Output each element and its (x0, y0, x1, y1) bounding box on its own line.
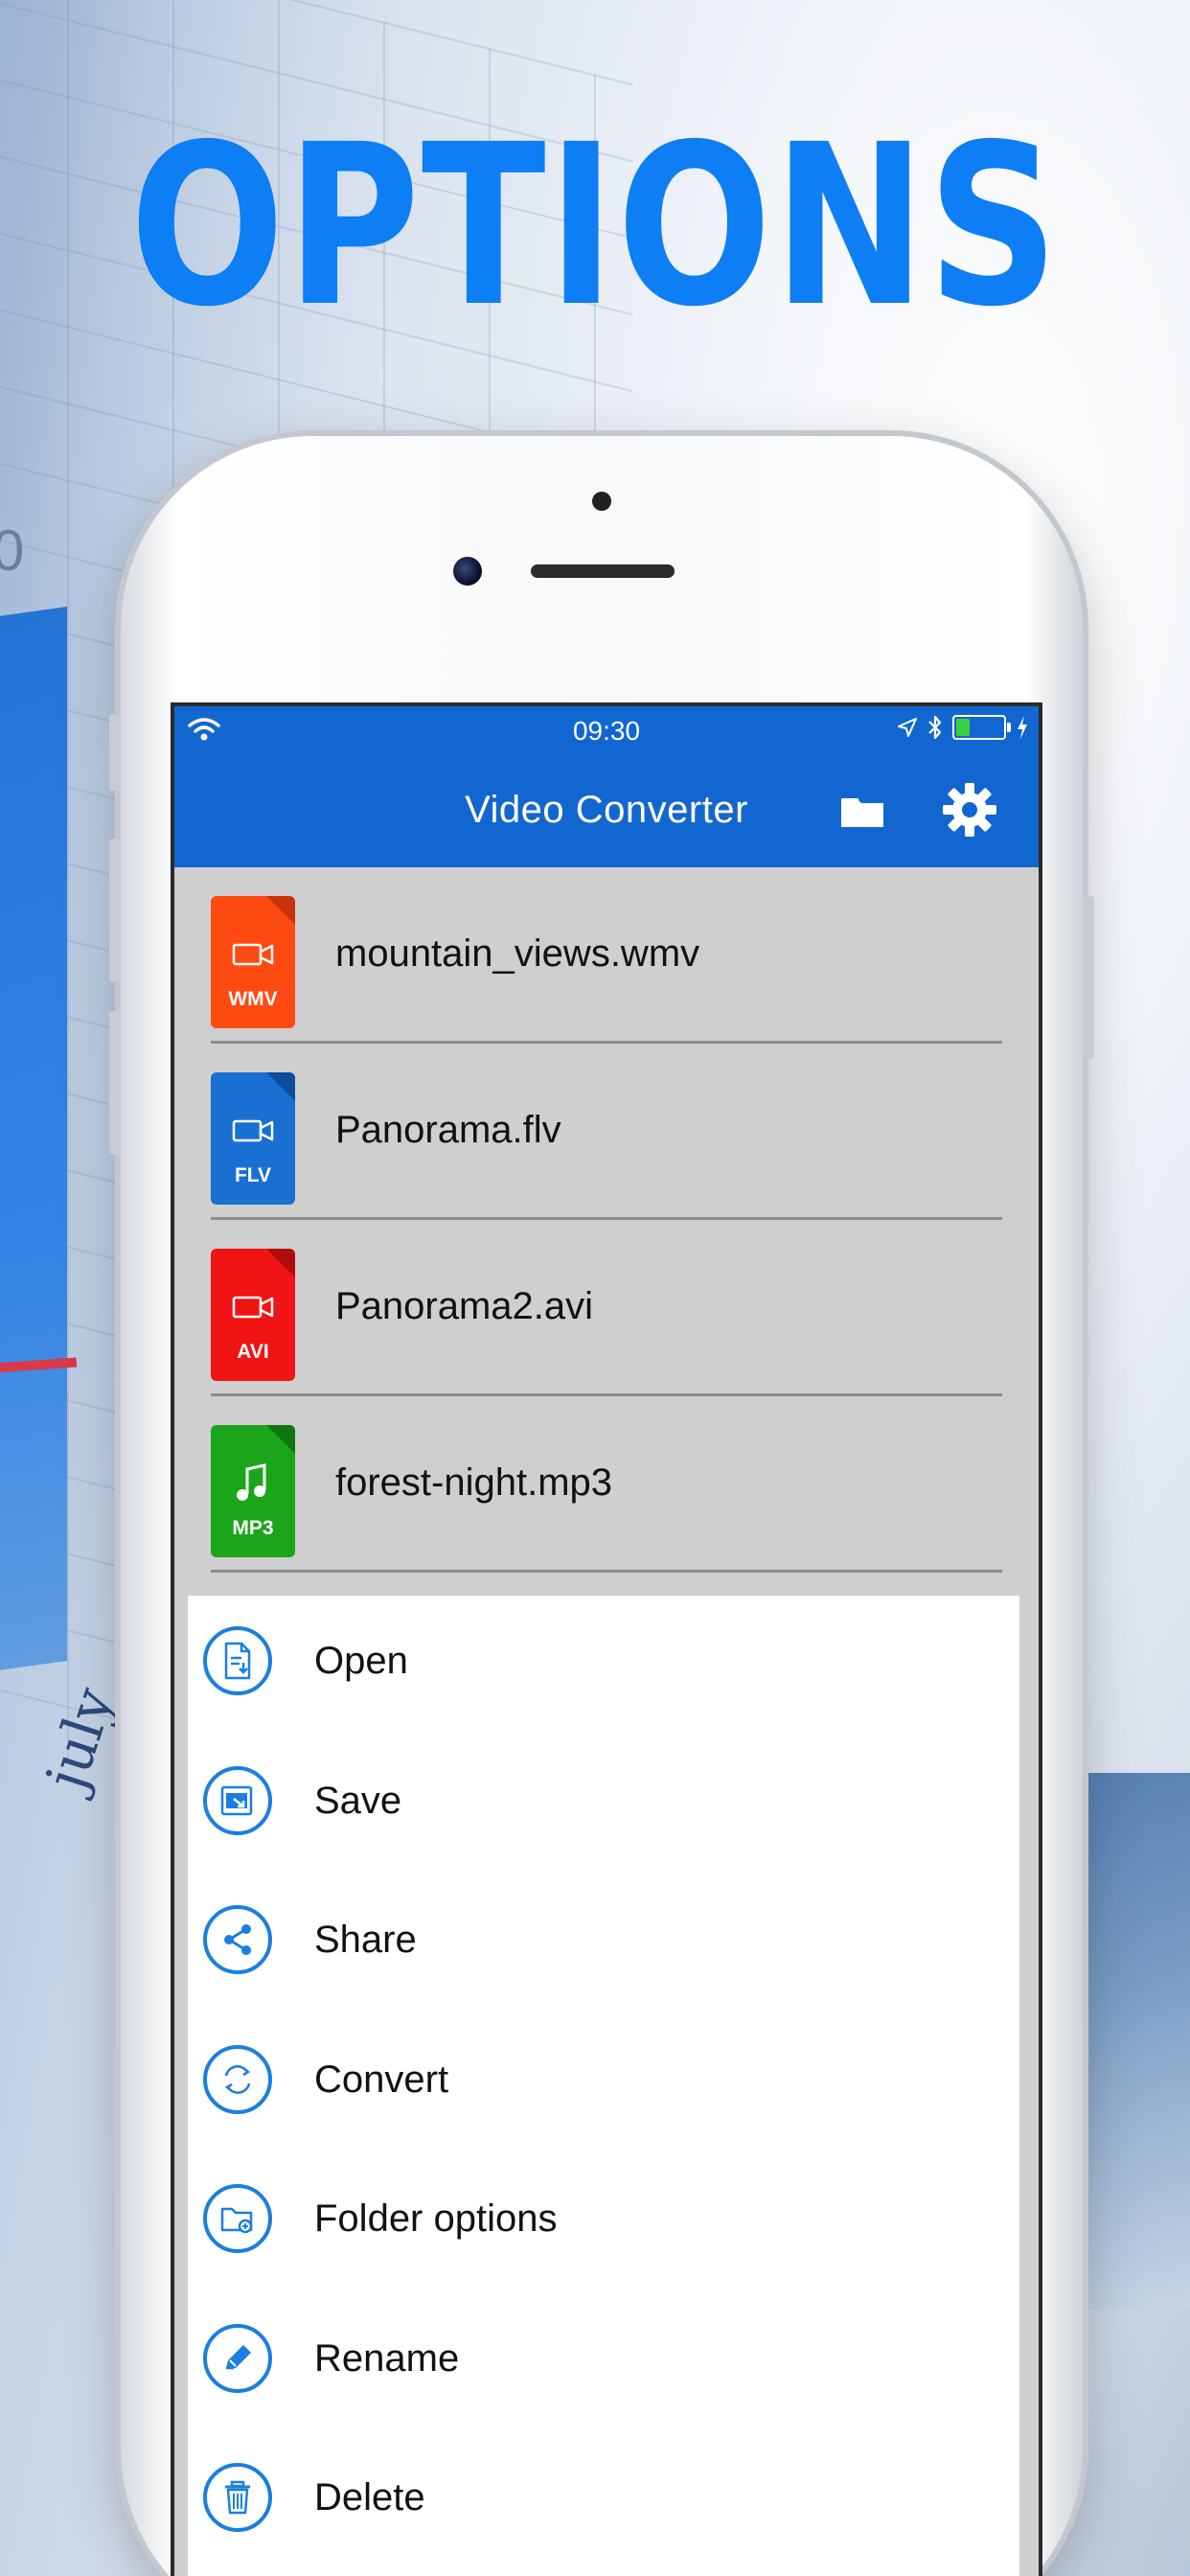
file-extension-label: FLV (234, 1164, 272, 1186)
video-camera-icon (232, 1119, 274, 1142)
action-save[interactable]: Save (188, 1736, 1019, 1875)
file-extension-label: AVI (237, 1341, 269, 1363)
front-camera (453, 557, 482, 586)
rename-pencil-icon (203, 2323, 272, 2393)
promo-headline: OPTIONS (129, 97, 1061, 356)
mute-switch (109, 714, 121, 791)
app-screen: 09:30 Video Converter WMV mountain_views… (171, 702, 1042, 2576)
action-open[interactable]: Open (188, 1596, 1019, 1736)
battery-level (956, 719, 970, 736)
volume-up-button (109, 839, 121, 982)
action-folder-options[interactable]: Folder options (188, 2153, 1019, 2293)
action-share[interactable]: Share (188, 1874, 1019, 2014)
wmv-file-icon: WMV (211, 896, 295, 1028)
action-label: Folder options (314, 2197, 558, 2240)
settings-button[interactable] (939, 779, 1000, 840)
trash-icon (203, 2463, 272, 2532)
promo-stage: 0 july OPTIONS 09:30 Video Converter WMV… (0, 0, 1190, 2576)
file-row-forest-night[interactable]: MP3 forest-night.mp3 (174, 1396, 1039, 1573)
music-note-icon (237, 1463, 266, 1501)
avi-file-icon: AVI (211, 1249, 295, 1381)
earpiece-speaker (531, 564, 675, 578)
file-name: mountain_views.wmv (335, 932, 700, 975)
folder-options-icon (203, 2184, 272, 2253)
file-list: WMV mountain_views.wmv FLV Panorama.flv … (174, 867, 1039, 1573)
background-chart-bar (0, 606, 67, 1675)
status-bar: 09:30 (174, 706, 1039, 754)
action-label: Save (314, 1779, 402, 1822)
video-camera-icon (232, 943, 274, 966)
location-arrow-icon (898, 718, 917, 737)
bluetooth-icon (928, 715, 942, 740)
action-label: Open (314, 1640, 408, 1682)
convert-icon (203, 2044, 272, 2114)
power-button (1083, 896, 1094, 1059)
save-icon (203, 1765, 272, 1835)
file-name: Panorama2.avi (335, 1285, 594, 1327)
action-label: Rename (314, 2336, 460, 2380)
battery-indicator (952, 715, 1011, 740)
folder-button[interactable] (835, 785, 889, 839)
file-name: Panorama.flv (335, 1109, 561, 1151)
charging-bolt-icon (1018, 716, 1027, 739)
video-camera-icon (232, 1296, 274, 1319)
flv-file-icon: FLV (211, 1072, 295, 1205)
phone-frame: 09:30 Video Converter WMV mountain_views… (109, 436, 1094, 2576)
navigation-bar: Video Converter (174, 754, 1039, 867)
folder-icon (841, 798, 883, 827)
action-rename[interactable]: Rename (188, 2293, 1019, 2433)
open-document-icon (203, 1626, 272, 1695)
row-divider (211, 1570, 1002, 1573)
action-label: Delete (314, 2476, 425, 2518)
file-extension-label: MP3 (232, 1517, 274, 1539)
action-label: Convert (314, 2058, 449, 2101)
status-indicators (897, 714, 1029, 741)
app-title: Video Converter (465, 789, 748, 831)
file-row-panorama2-avi[interactable]: AVI Panorama2.avi (174, 1220, 1039, 1396)
background-blur-object (1075, 1773, 1190, 2310)
file-name: forest-night.mp3 (335, 1461, 613, 1504)
file-row-panorama-flv[interactable]: FLV Panorama.flv (174, 1044, 1039, 1220)
share-icon (203, 1905, 272, 1974)
proximity-sensor (592, 492, 611, 511)
action-convert[interactable]: Convert (188, 2014, 1019, 2154)
mp3-file-icon: MP3 (211, 1425, 295, 1557)
options-action-sheet: Open Save Share Convert Folder options R… (188, 1596, 1019, 2576)
gear-icon (943, 783, 996, 837)
action-label: Share (314, 1919, 417, 1961)
action-delete[interactable]: Delete (188, 2432, 1019, 2572)
battery-tip (1007, 723, 1011, 732)
file-extension-label: WMV (228, 988, 278, 1010)
volume-down-button (109, 1011, 121, 1155)
background-chart-tick: 0 (0, 518, 25, 583)
file-row-mountain-views[interactable]: WMV mountain_views.wmv (174, 867, 1039, 1044)
